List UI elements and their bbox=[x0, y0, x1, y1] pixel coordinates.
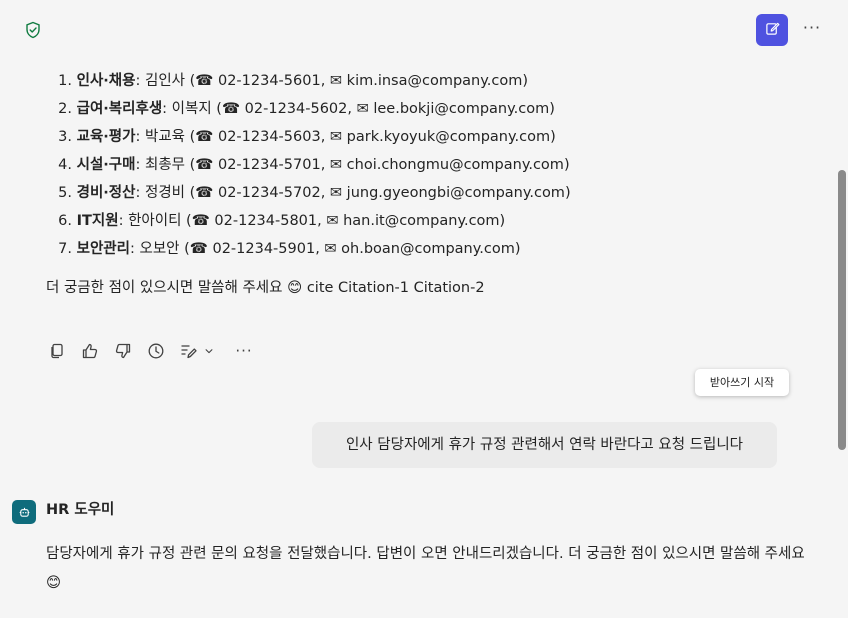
contact-person: 한아이티 bbox=[128, 213, 182, 229]
bot-name: HR 도우미 bbox=[46, 502, 115, 518]
contact-person: 정경비 bbox=[144, 185, 186, 201]
mail-icon: ✉ bbox=[329, 157, 343, 173]
department-name: 시설·구매 bbox=[76, 157, 136, 173]
contact-list-item: 3. 교육·평가: 박교육 (☎ 02-1234-5603, ✉ park.ky… bbox=[46, 123, 571, 151]
contact-list-item: 6. IT지원: 한아이티 (☎ 02-1234-5801, ✉ han.it@… bbox=[46, 207, 571, 235]
email-address[interactable]: lee.bokji@company.com bbox=[373, 101, 549, 117]
contact-list-item: 4. 시설·구매: 최총무 (☎ 02-1234-5701, ✉ choi.ch… bbox=[46, 151, 571, 179]
phone-icon: ☎ bbox=[195, 73, 214, 89]
contact-person: 오보안 bbox=[139, 241, 180, 257]
phone-number: 02-1234-5603 bbox=[217, 129, 321, 145]
contact-person: 김인사 bbox=[144, 73, 186, 89]
chevron-down-icon bbox=[204, 346, 214, 356]
contact-list-item: 1. 인사·채용: 김인사 (☎ 02-1234-5601, ✉ kim.ins… bbox=[46, 67, 571, 95]
phone-icon: ☎ bbox=[195, 185, 214, 201]
contact-list: 1. 인사·채용: 김인사 (☎ 02-1234-5601, ✉ kim.ins… bbox=[46, 67, 571, 263]
user-message-bubble: 인사 담당자에게 휴가 규정 관련해서 연락 바란다고 요청 드립니다 bbox=[312, 422, 777, 468]
list-number: 5. bbox=[58, 185, 72, 201]
contact-person: 이복지 bbox=[171, 101, 212, 117]
edit-options-dropdown[interactable] bbox=[203, 340, 215, 362]
like-button[interactable] bbox=[79, 340, 101, 362]
list-number: 6. bbox=[58, 213, 72, 229]
mail-icon: ✉ bbox=[326, 213, 339, 229]
contact-list-item: 5. 경비·정산: 정경비 (☎ 02-1234-5702, ✉ jung.gy… bbox=[46, 179, 570, 207]
history-button[interactable] bbox=[145, 340, 167, 362]
mail-icon: ✉ bbox=[356, 101, 369, 117]
new-chat-button[interactable] bbox=[756, 14, 788, 46]
phone-icon: ☎ bbox=[191, 213, 210, 229]
more-actions-button[interactable]: ··· bbox=[233, 340, 255, 362]
list-number: 7. bbox=[58, 241, 72, 257]
dislike-button[interactable] bbox=[112, 340, 134, 362]
list-number: 3. bbox=[58, 129, 72, 145]
bot-avatar bbox=[12, 500, 36, 524]
phone-number: 02-1234-5601 bbox=[217, 73, 321, 89]
mail-icon: ✉ bbox=[329, 129, 343, 145]
list-number: 4. bbox=[58, 157, 72, 173]
phone-icon: ☎ bbox=[221, 101, 241, 117]
edit-button[interactable] bbox=[178, 340, 200, 362]
email-address[interactable]: choi.chongmu@company.com bbox=[347, 157, 564, 173]
department-name: 보안관리 bbox=[76, 241, 130, 257]
thumbs-down-icon bbox=[114, 342, 132, 360]
mail-icon: ✉ bbox=[329, 73, 343, 89]
phone-number: 02-1234-5901 bbox=[212, 241, 316, 257]
phone-icon: ☎ bbox=[195, 129, 214, 145]
contact-list-item: 7. 보안관리: 오보안 (☎ 02-1234-5901, ✉ oh.boan@… bbox=[46, 235, 571, 263]
bot-reply-text: 담당자에게 휴가 규정 관련 문의 요청을 전달했습니다. 답변이 오면 안내드… bbox=[46, 546, 805, 591]
department-name: 경비·정산 bbox=[76, 185, 136, 201]
more-options-button[interactable]: ··· bbox=[802, 20, 822, 38]
email-address[interactable]: han.it@company.com bbox=[343, 213, 499, 229]
list-number: 2. bbox=[58, 101, 72, 117]
mail-icon: ✉ bbox=[329, 185, 343, 201]
list-number: 1. bbox=[58, 73, 72, 89]
copy-icon bbox=[48, 342, 66, 360]
scrollbar-thumb[interactable] bbox=[838, 170, 846, 450]
phone-number: 02-1234-5602 bbox=[244, 101, 348, 117]
phone-icon: ☎ bbox=[189, 241, 208, 257]
contact-person: 최총무 bbox=[144, 157, 186, 173]
email-address[interactable]: park.kyoyuk@company.com bbox=[347, 129, 550, 145]
shield-check-icon bbox=[24, 21, 42, 39]
phone-icon: ☎ bbox=[195, 157, 214, 173]
contact-list-item: 2. 급여·복리후생: 이복지 (☎ 02-1234-5602, ✉ lee.b… bbox=[46, 95, 571, 123]
mail-icon: ✉ bbox=[324, 241, 337, 257]
bot-icon bbox=[18, 506, 31, 519]
copy-button[interactable] bbox=[46, 340, 68, 362]
email-address[interactable]: kim.insa@company.com bbox=[347, 73, 523, 89]
phone-number: 02-1234-5701 bbox=[217, 157, 321, 173]
follow-up-text: 더 궁금한 점이 있으시면 말씀해 주세요 😊 cite Citation-1 … bbox=[46, 280, 485, 296]
edit-icon bbox=[180, 342, 198, 360]
department-name: IT지원 bbox=[76, 213, 119, 229]
email-address[interactable]: oh.boan@company.com bbox=[341, 241, 515, 257]
email-address[interactable]: jung.gyeongbi@company.com bbox=[347, 185, 565, 201]
phone-number: 02-1234-5702 bbox=[217, 185, 321, 201]
compose-icon bbox=[765, 21, 780, 40]
dictation-tooltip: 받아쓰기 시작 bbox=[695, 369, 789, 396]
clock-icon bbox=[147, 342, 165, 360]
message-actions: ··· bbox=[46, 340, 266, 362]
contact-person: 박교육 bbox=[144, 129, 186, 145]
phone-number: 02-1234-5801 bbox=[214, 213, 318, 229]
department-name: 교육·평가 bbox=[76, 129, 136, 145]
department-name: 급여·복리후생 bbox=[76, 101, 163, 117]
thumbs-up-icon bbox=[81, 342, 99, 360]
department-name: 인사·채용 bbox=[76, 73, 136, 89]
